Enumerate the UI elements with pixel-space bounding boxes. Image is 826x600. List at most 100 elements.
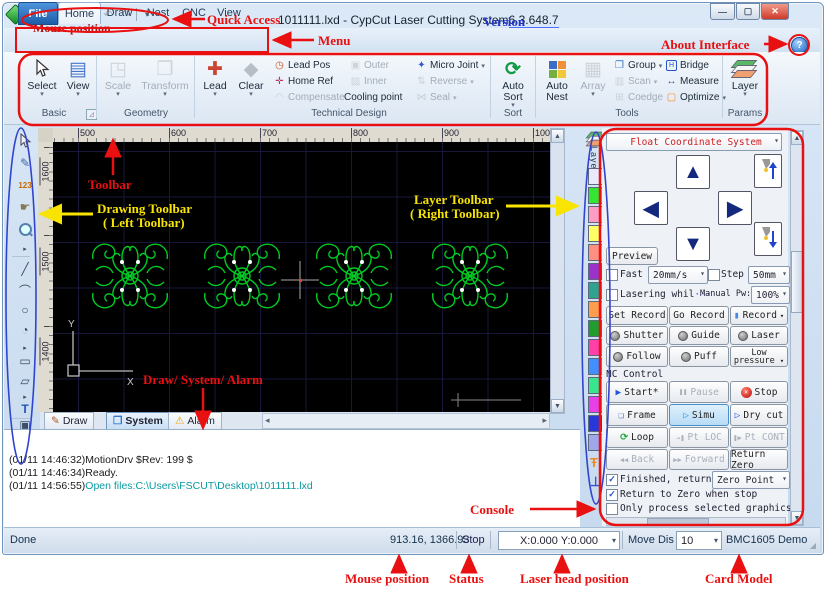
inner-button[interactable]: ▨ Inner	[350, 74, 387, 89]
z-up-button[interactable]	[754, 154, 782, 188]
low-pressure-button[interactable]: Low pressure ▾	[730, 346, 788, 367]
scroll-right-icon[interactable]: ▸	[542, 415, 547, 426]
select-button[interactable]: Select ▾	[24, 57, 60, 98]
tab-draw[interactable]: Draw	[100, 2, 139, 23]
auto-nest-button[interactable]: Auto Nest	[539, 57, 575, 103]
close-button[interactable]: ✕	[761, 3, 789, 20]
group-button[interactable]: ❐ Group ▾	[614, 58, 662, 73]
jog-down-button[interactable]: ▼	[676, 227, 710, 261]
start-button[interactable]: ▶ Start*	[606, 381, 668, 403]
scroll-left-icon[interactable]: ◂	[265, 415, 270, 426]
scale-button[interactable]: ◳ Scale ▾	[100, 57, 136, 99]
scroll-up-icon[interactable]: ▲	[551, 129, 564, 143]
tab-cnc[interactable]: CNC	[177, 2, 211, 23]
dry-cut-button[interactable]: ▷ Dry cut	[730, 404, 788, 426]
line-tool-icon[interactable]: ╱	[14, 260, 36, 278]
resize-grip[interactable]: ◢	[810, 541, 816, 550]
selected-graphics-checkbox[interactable]	[606, 503, 618, 515]
return-zero-button[interactable]: Return Zero	[730, 449, 788, 471]
scroll-down-icon[interactable]: ▼	[551, 399, 564, 413]
stop-button[interactable]: ✕ Stop	[730, 381, 788, 403]
return-point-select[interactable]: Zero Point	[712, 471, 790, 489]
clear-button[interactable]: ◆ Clear ▾	[234, 57, 268, 99]
step-size-select[interactable]: 50mm	[748, 266, 790, 284]
first-layer-icon[interactable]: Ŧ	[590, 455, 598, 470]
pt-cont-button[interactable]: ❚▶ Pt CONT	[730, 427, 788, 448]
coordinate-system-select[interactable]: Float Coordinate System	[606, 133, 782, 151]
laser-button[interactable]: Laser	[730, 326, 788, 345]
scroll-thumb[interactable]	[647, 518, 709, 525]
scroll-thumb[interactable]	[791, 251, 803, 313]
select-tool-icon[interactable]	[14, 132, 36, 150]
maximize-button[interactable]: ▢	[736, 3, 760, 20]
jog-up-button[interactable]: ▲	[676, 155, 710, 189]
record-button[interactable]: ▮ Record ▾	[730, 306, 788, 325]
step-checkbox[interactable]	[708, 269, 720, 281]
zoom-tool-icon[interactable]	[14, 220, 36, 238]
arc-tool-icon[interactable]: ⌒	[14, 281, 36, 299]
lasering-checkbox[interactable]	[606, 289, 618, 301]
rectangle-tool-icon[interactable]: ▭	[14, 352, 36, 370]
jog-right-button[interactable]: ▶	[718, 191, 752, 225]
tab-nest[interactable]: Nest	[140, 2, 176, 23]
minimize-button[interactable]: —	[710, 3, 735, 20]
measure-button[interactable]: ↔ Measure	[666, 74, 719, 89]
scan-button[interactable]: ▥ Scan ▾	[614, 74, 658, 89]
pt-loc-button[interactable]: →❚ Pt LOC	[669, 427, 729, 448]
home-ref-button[interactable]: ✛ Home Ref	[274, 74, 333, 89]
compensate-button[interactable]: ◠ Compensate	[274, 90, 345, 105]
scroll-up-icon[interactable]: ▲	[791, 131, 803, 145]
frame-button[interactable]: ❏ Frame	[606, 404, 668, 426]
jog-left-button[interactable]: ◀	[634, 191, 668, 225]
set-record-button[interactable]: Set Record	[606, 306, 668, 325]
optimize-button[interactable]: ▢ Optimize ▾	[666, 90, 726, 105]
transform-button[interactable]: ❐ Transform ▾	[138, 57, 192, 99]
bridge-button[interactable]: H Bridge	[666, 58, 709, 73]
canvas-vertical-scrollbar[interactable]: ▲ ▼	[550, 128, 565, 414]
auto-sort-button[interactable]: ⟳ Auto Sort ▾	[493, 57, 533, 110]
simu-button[interactable]: ▷ Simu	[669, 404, 729, 426]
coedge-button[interactable]: ⊞ Coedge	[614, 90, 663, 105]
pan-tool-icon[interactable]: ☛	[14, 198, 36, 216]
layer-button[interactable]: Layer ▾	[726, 57, 764, 98]
opened-file-link[interactable]: Open files:C:\Users\FSCUT\Desktop\101111…	[85, 480, 312, 492]
canvas-horizontal-scrollbar[interactable]: ◂ ▸	[262, 413, 550, 429]
outer-button[interactable]: ▣ Outer	[350, 58, 389, 73]
manual-power-select[interactable]: 100%	[751, 286, 790, 304]
shutter-button[interactable]: Shutter	[606, 326, 668, 345]
back-button[interactable]: ◀◀ Back	[606, 449, 668, 470]
pie-tool-icon[interactable]: ◔	[14, 321, 36, 339]
last-layer-icon[interactable]: ⊥	[590, 474, 601, 490]
cooling-point-button[interactable]: Cooling point	[344, 90, 402, 105]
move-dis-select[interactable]: 10	[676, 531, 722, 550]
fast-speed-select[interactable]: 20mm/s	[648, 266, 708, 284]
z-down-button[interactable]	[754, 222, 782, 256]
lead-button[interactable]: ✚ Lead ▾	[198, 57, 232, 99]
scroll-down-icon[interactable]: ▼	[791, 511, 803, 525]
guide-button[interactable]: Guide	[669, 326, 729, 345]
forward-button[interactable]: ▶▶ Forward	[669, 449, 729, 470]
pause-button[interactable]: ❚❚ Pause	[669, 381, 729, 403]
panel-horizontal-scrollbar[interactable]	[606, 517, 786, 526]
preview-button[interactable]: Preview	[606, 247, 658, 265]
loop-button[interactable]: ⟳ Loop	[606, 427, 668, 448]
fast-checkbox[interactable]	[606, 269, 618, 281]
finished-return-checkbox[interactable]: ✓	[606, 474, 618, 486]
tab-draw-pane[interactable]: ✎ Draw	[44, 412, 95, 430]
puff-button[interactable]: Puff	[669, 346, 729, 367]
view-button[interactable]: ▤ View ▾	[62, 57, 94, 99]
node-edit-tool-icon[interactable]: ✎	[14, 154, 36, 172]
tab-system-pane[interactable]: ❒ System	[106, 412, 170, 430]
return-zero-checkbox[interactable]: ✓	[606, 489, 618, 501]
go-record-button[interactable]: Go Record	[669, 306, 729, 325]
array-button[interactable]: ▦ Array ▾	[577, 57, 609, 99]
circle-tool-icon[interactable]: ○	[14, 301, 36, 319]
laser-position-combo[interactable]: X:0.000 Y:0.000	[498, 531, 620, 550]
follow-button[interactable]: Follow	[606, 346, 668, 367]
tab-alarm-pane[interactable]: ⚠ Alarm	[168, 412, 222, 430]
micro-joint-button[interactable]: ✦ Micro Joint ▾	[416, 58, 485, 73]
panel-vertical-scrollbar[interactable]: ▲ ▼	[790, 130, 804, 526]
lead-pos-button[interactable]: ◷ Lead Pos	[274, 58, 330, 73]
reverse-button[interactable]: ⇅ Reverse ▾	[416, 74, 473, 89]
seal-button[interactable]: ⋈ Seal ▾	[416, 90, 457, 105]
